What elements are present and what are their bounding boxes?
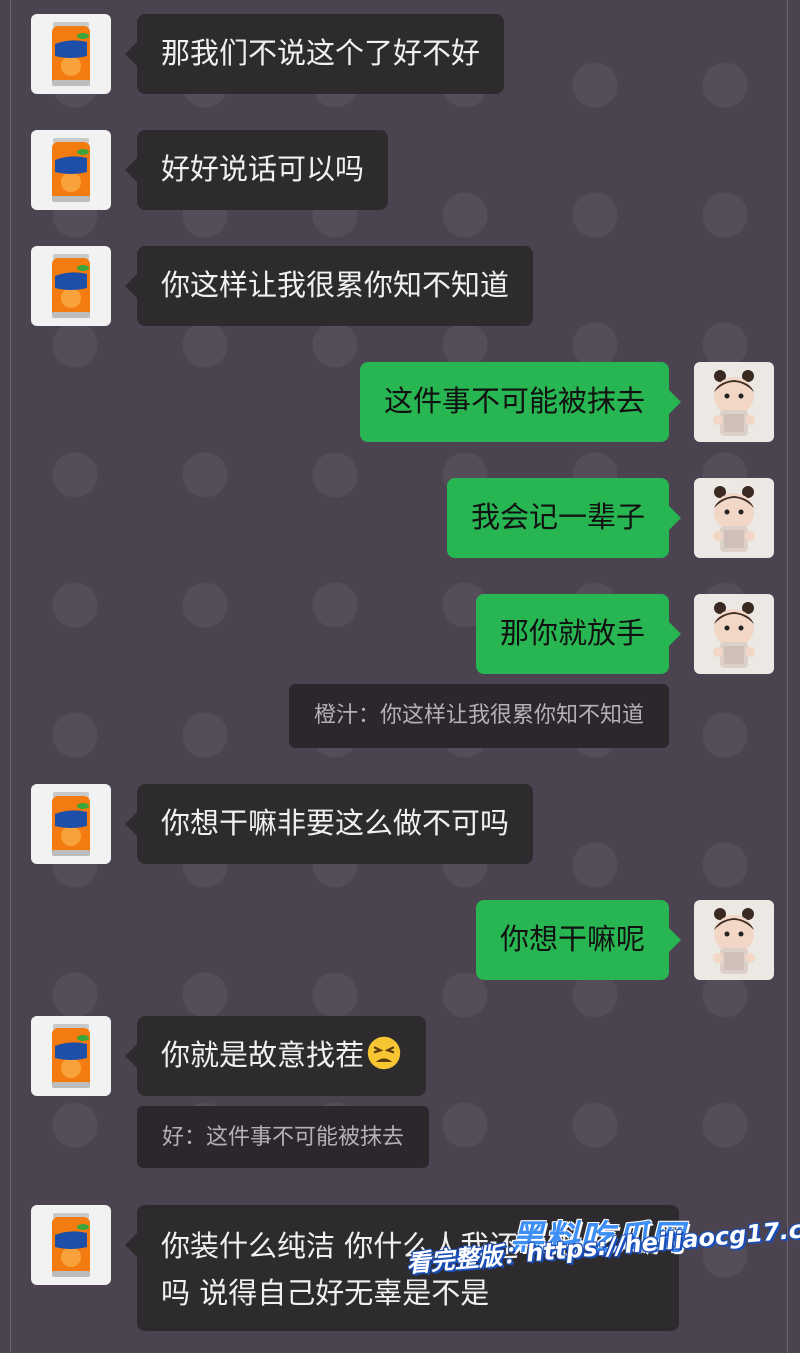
fanta-avatar[interactable]: [31, 1205, 111, 1285]
message-text: 你想干嘛呢: [499, 922, 645, 956]
quoted-reply[interactable]: 橙汁：你这样让我很累你知不知道: [288, 684, 669, 748]
orange-soda-can-icon: [31, 130, 111, 210]
fanta-avatar[interactable]: [31, 14, 111, 94]
incoming-message-bubble[interactable]: 你这样让我很累你知不知道: [124, 246, 534, 326]
outgoing-message-bubble[interactable]: 这件事不可能被抹去: [359, 362, 682, 442]
incoming-message-bubble[interactable]: 那我们不说这个了好不好: [124, 14, 505, 94]
kid-avatar[interactable]: [694, 362, 774, 442]
message-text: 好好说话可以吗: [161, 152, 365, 186]
message-text: 那你就放手: [499, 616, 645, 650]
orange-soda-can-icon: [31, 1205, 111, 1285]
child-photo-icon: [694, 362, 774, 442]
fanta-avatar[interactable]: [31, 1016, 111, 1096]
kid-avatar[interactable]: [694, 900, 774, 980]
child-photo-icon: [694, 478, 774, 558]
orange-soda-can-icon: [31, 784, 111, 864]
message-text: 你就是故意找茬: [161, 1038, 365, 1072]
orange-soda-can-icon: [31, 14, 111, 94]
message-text: 那我们不说这个了好不好: [161, 36, 481, 70]
outgoing-message-bubble[interactable]: 那你就放手: [475, 594, 682, 674]
incoming-message-bubble[interactable]: 你就是故意找茬: [124, 1016, 427, 1096]
orange-soda-can-icon: [31, 246, 111, 326]
orange-soda-can-icon: [31, 1016, 111, 1096]
child-photo-icon: [694, 900, 774, 980]
tired-face-emoji-icon: [366, 1035, 402, 1084]
message-text: 这件事不可能被抹去: [383, 384, 645, 418]
quote-text: 橙汁：你这样让我很累你知不知道: [313, 703, 644, 728]
quote-text: 好：这件事不可能被抹去: [162, 1125, 405, 1150]
message-text: 你想干嘛非要这么做不可吗: [161, 806, 510, 840]
kid-avatar[interactable]: [694, 594, 774, 674]
outgoing-message-bubble[interactable]: 你想干嘛呢: [475, 900, 682, 980]
fanta-avatar[interactable]: [31, 784, 111, 864]
message-text: 我会记一辈子: [470, 500, 645, 534]
child-photo-icon: [694, 594, 774, 674]
outgoing-message-bubble[interactable]: 我会记一辈子: [446, 478, 682, 558]
quoted-reply[interactable]: 好：这件事不可能被抹去: [137, 1106, 430, 1168]
fanta-avatar[interactable]: [31, 246, 111, 326]
incoming-message-bubble[interactable]: 你想干嘛非要这么做不可吗: [124, 784, 534, 864]
kid-avatar[interactable]: [694, 478, 774, 558]
incoming-message-bubble[interactable]: 好好说话可以吗: [124, 130, 389, 210]
fanta-avatar[interactable]: [31, 130, 111, 210]
message-text: 你这样让我很累你知不知道: [161, 268, 510, 302]
